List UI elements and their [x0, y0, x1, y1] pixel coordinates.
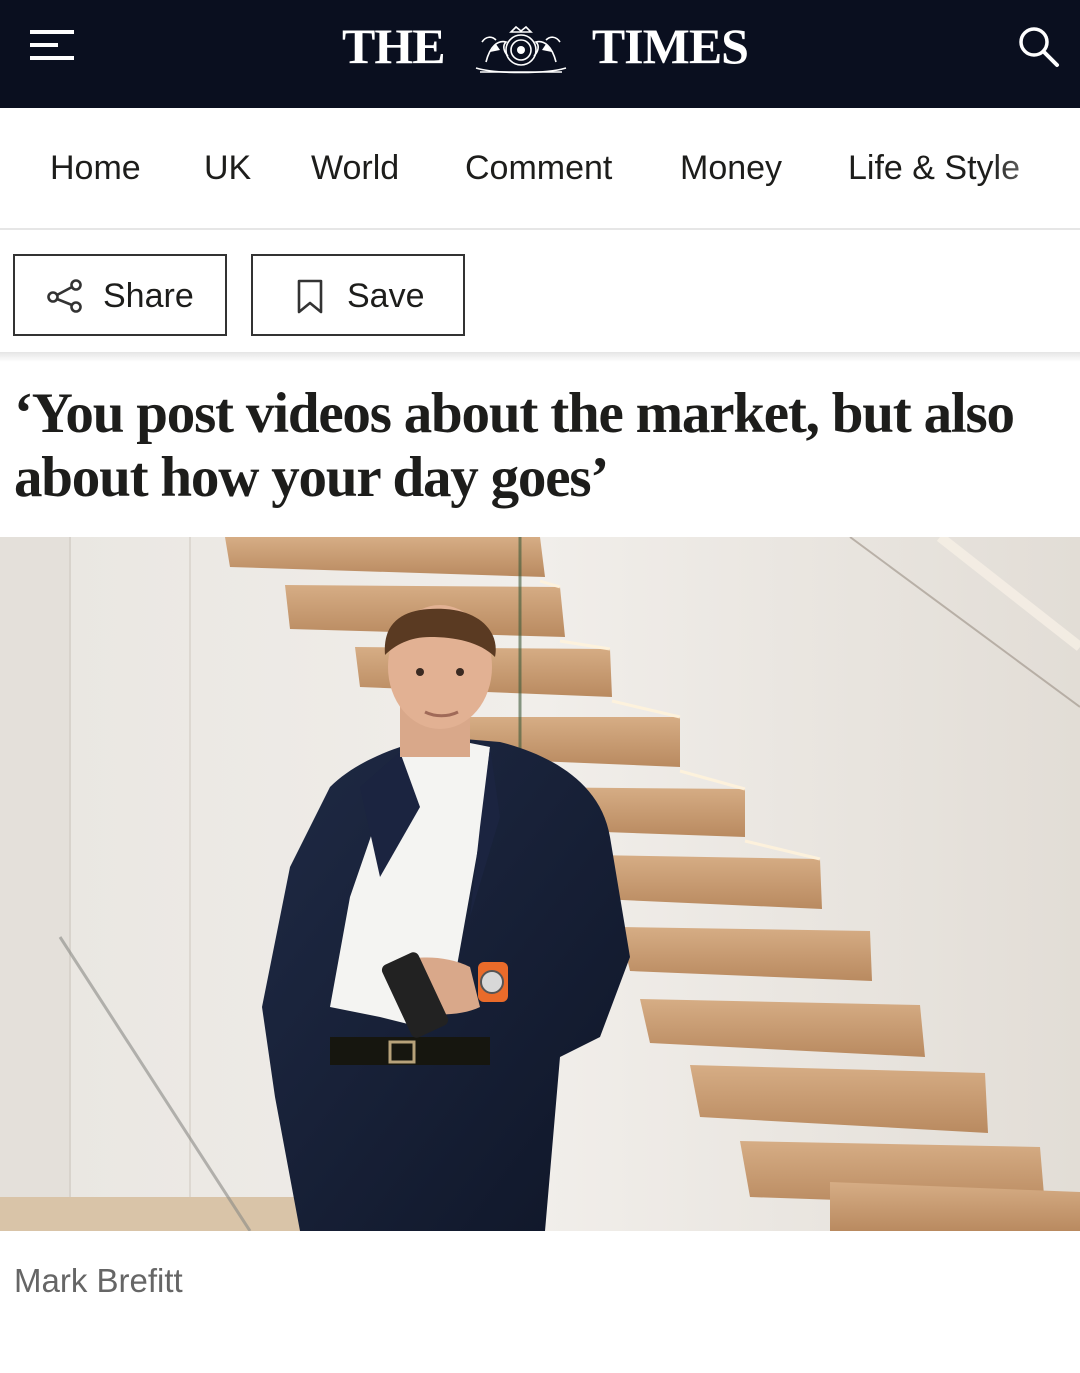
logo-word-times: TIMES — [591, 18, 749, 74]
times-logo[interactable]: THE TIMES — [0, 0, 1080, 100]
photo-caption: Mark Brefitt — [14, 1262, 183, 1299]
nav-fade-overlay — [990, 108, 1080, 228]
action-bar-shadow — [0, 352, 1080, 362]
photo-illustration — [0, 537, 1080, 1231]
logo-word-the: THE — [342, 18, 446, 74]
bookmark-icon — [297, 279, 323, 314]
nav-item-home[interactable]: Home — [50, 148, 141, 188]
nav-item-uk[interactable]: UK — [204, 148, 251, 188]
nav-item-comment[interactable]: Comment — [465, 148, 612, 188]
share-icon — [47, 279, 82, 313]
share-button[interactable]: Share — [13, 254, 227, 336]
nav-item-world[interactable]: World — [311, 148, 399, 188]
save-label: Save — [347, 277, 425, 315]
nav-item-money[interactable]: Money — [680, 148, 782, 188]
article-action-bar: Share Save — [0, 230, 1080, 358]
article-lead-photo — [0, 537, 1080, 1231]
search-icon[interactable] — [1014, 22, 1062, 70]
share-label: Share — [103, 277, 194, 315]
save-button[interactable]: Save — [251, 254, 465, 336]
section-nav: Home UK World Comment Money Life & Style — [0, 108, 1080, 230]
article-headline: ‘You post videos about the market, but a… — [14, 382, 1015, 509]
masthead: THE TIMES — [0, 0, 1080, 108]
royal-crest-icon — [475, 25, 567, 74]
